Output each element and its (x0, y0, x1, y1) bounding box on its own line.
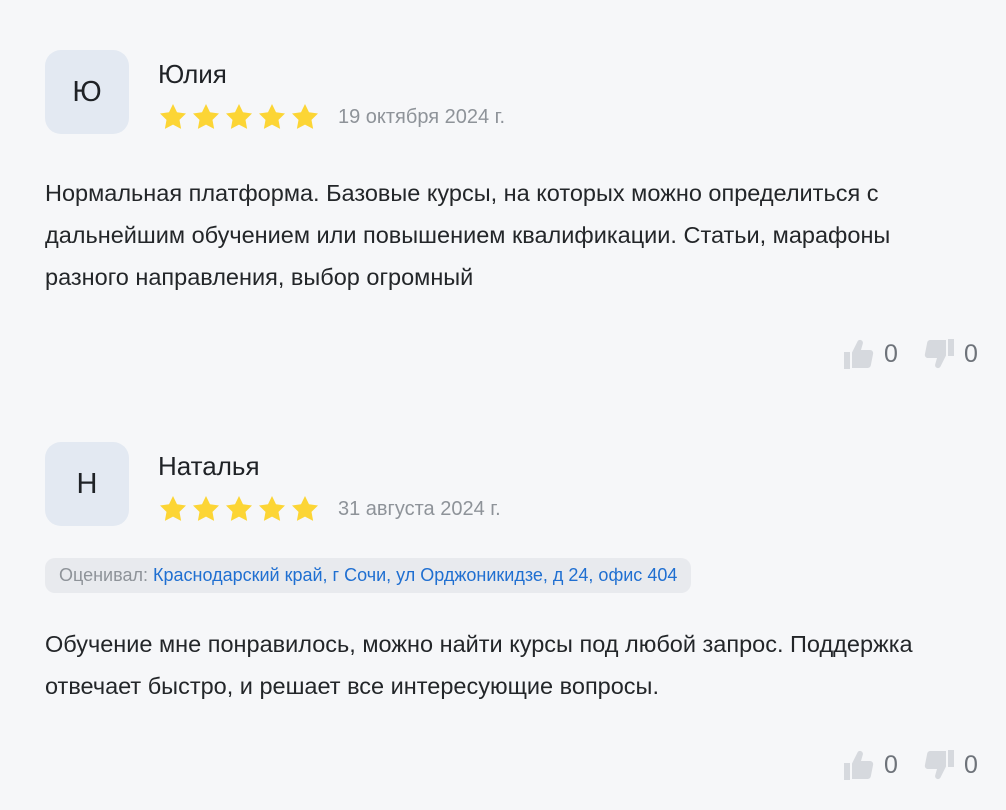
rating-row: 31 августа 2024 г. (158, 494, 501, 524)
review-votes: 0 0 (45, 745, 980, 785)
star-icon (193, 496, 219, 521)
like-button[interactable]: 0 (842, 748, 900, 782)
thumbs-up-icon (842, 337, 876, 371)
star-icon (226, 104, 252, 129)
star-icon (160, 496, 186, 521)
star-icon (193, 104, 219, 129)
thumbs-up-icon (842, 748, 876, 782)
review-header: Ю Юлия 19 октября 2024 г. (45, 50, 980, 134)
address-badge: Оценивал: Краснодарский край, г Сочи, ул… (45, 558, 692, 593)
author-name: Наталья (158, 451, 260, 481)
review-date: 19 октября 2024 г. (338, 105, 506, 128)
star-icon (226, 496, 252, 521)
star-icon (292, 104, 318, 129)
address-link[interactable]: Краснодарский край, г Сочи, ул Орджоники… (153, 565, 677, 585)
star-icon (160, 104, 186, 129)
review-meta: Наталья 31 августа 2024 г. (158, 442, 501, 524)
rating-row: 19 октября 2024 г. (158, 102, 505, 132)
star-icon (259, 496, 285, 521)
dislike-count: 0 (964, 750, 978, 779)
thumbs-down-icon (922, 337, 956, 371)
like-count: 0 (884, 750, 898, 779)
avatar: Н (45, 442, 129, 526)
dislike-count: 0 (964, 339, 978, 368)
like-count: 0 (884, 339, 898, 368)
review-header: Н Наталья 31 августа 2024 г. (45, 442, 980, 526)
star-icon (292, 496, 318, 521)
thumbs-down-icon (922, 748, 956, 782)
star-icon (259, 104, 285, 129)
avatar: Ю (45, 50, 129, 134)
rating-stars (158, 494, 320, 524)
review-meta: Юлия 19 октября 2024 г. (158, 50, 505, 132)
review-card: Н Наталья 31 августа 2024 г. Оценивал: К… (45, 442, 980, 785)
dislike-button[interactable]: 0 (922, 337, 980, 371)
rating-stars (158, 102, 320, 132)
review-text: Нормальная платформа. Базовые курсы, на … (45, 180, 891, 290)
like-button[interactable]: 0 (842, 337, 900, 371)
review-card: Ю Юлия 19 октября 2024 г. Нормальная пла… (45, 50, 980, 374)
dislike-button[interactable]: 0 (922, 748, 980, 782)
review-date: 31 августа 2024 г. (338, 497, 501, 520)
author-name: Юлия (158, 59, 227, 89)
review-votes: 0 0 (45, 334, 980, 374)
review-text: Обучение мне понравилось, можно найти ку… (45, 631, 913, 699)
address-label: Оценивал: (59, 565, 148, 585)
